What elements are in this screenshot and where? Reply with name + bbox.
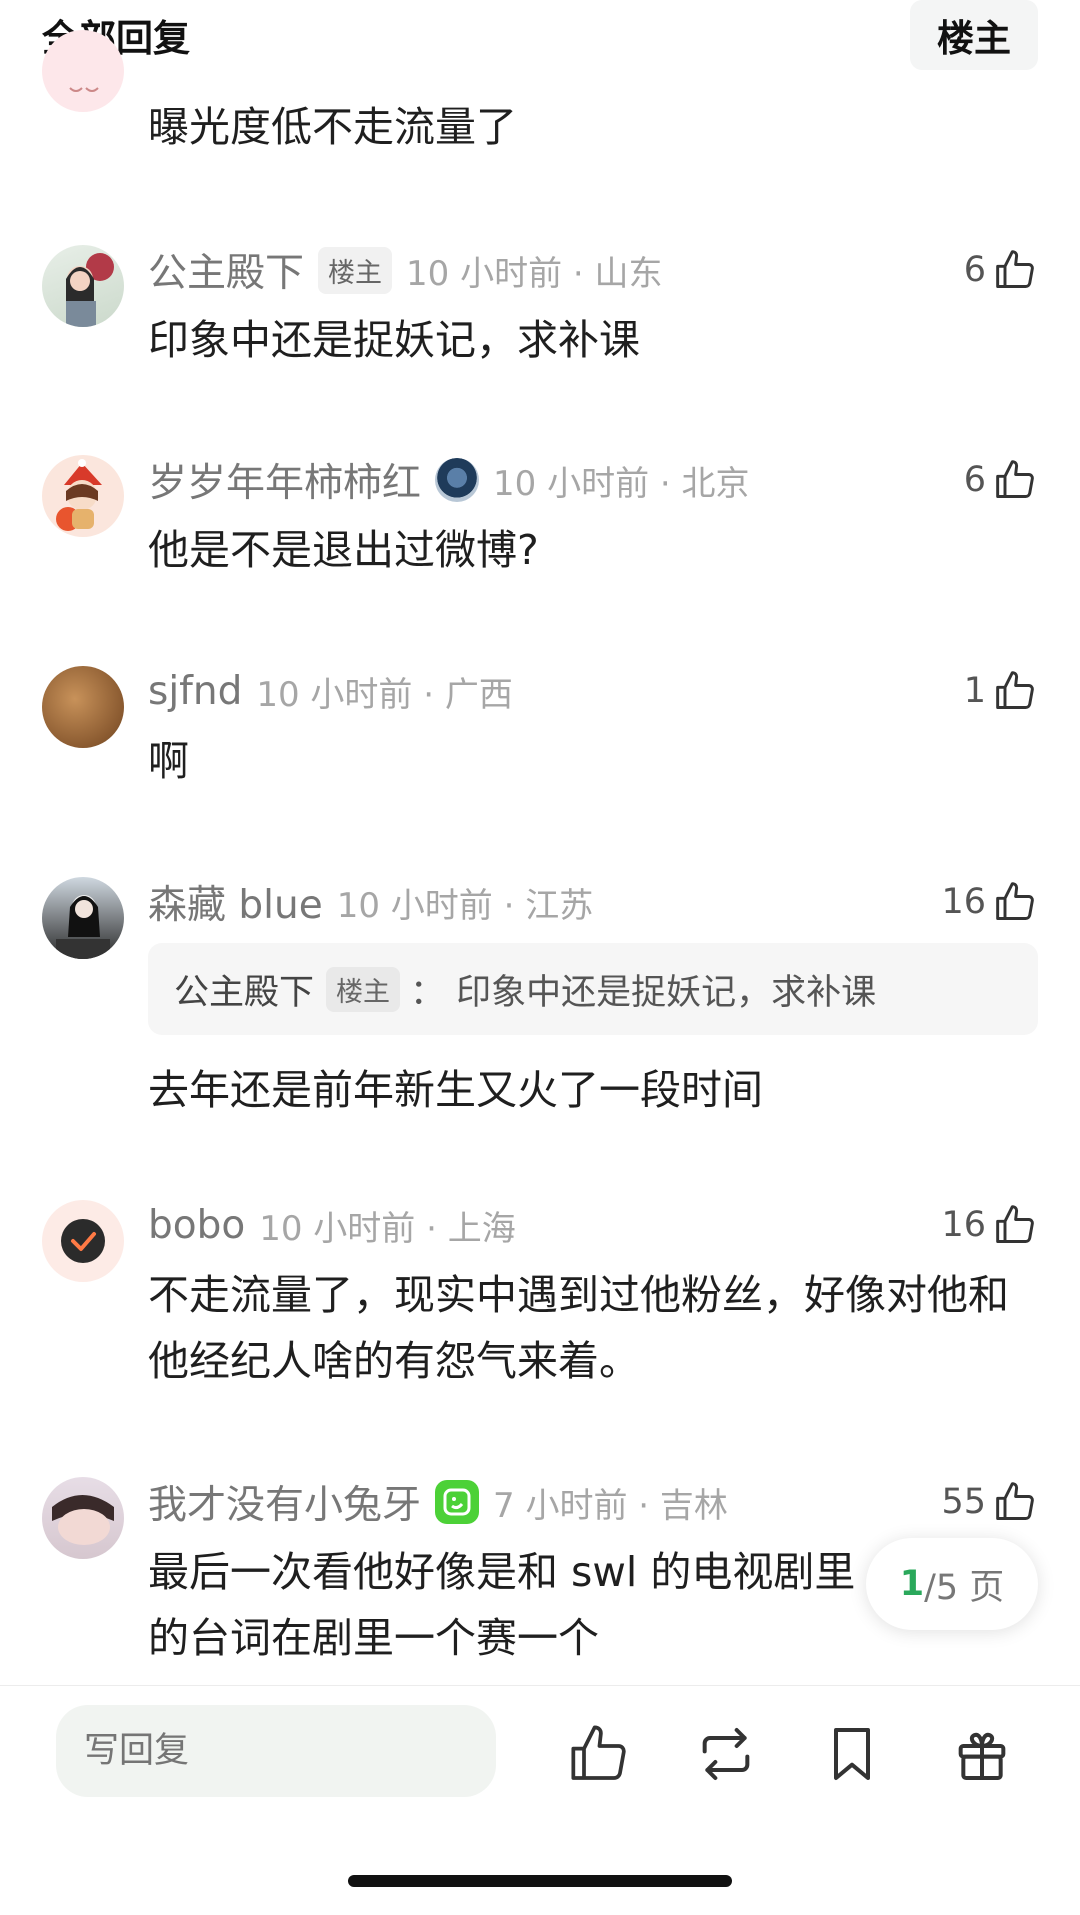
comment-body: 曝光度低不走流量了: [148, 103, 517, 151]
comment-time-location: 10 小时前 · 江苏: [336, 885, 594, 926]
like-button[interactable]: 16: [941, 877, 1038, 927]
avatar[interactable]: [42, 245, 124, 327]
bookmark-button[interactable]: [820, 1722, 884, 1786]
owner-only-button[interactable]: 楼主: [910, 0, 1038, 70]
like-count: 16: [941, 1205, 986, 1245]
avatar[interactable]: [42, 877, 124, 959]
comment-author[interactable]: 森藏 blue: [148, 874, 323, 930]
quoted-reply[interactable]: 公主殿下 楼主 ： 印象中还是捉妖记，求补课: [148, 943, 1038, 1035]
comment-meta: 公主殿下 楼主 10 小时前 · 山东: [148, 242, 663, 298]
like-count: 6: [963, 250, 986, 290]
like-button[interactable]: 1: [964, 666, 1038, 716]
page-indicator[interactable]: 1 /5 页: [866, 1538, 1038, 1630]
thumbs-up-icon: [571, 1725, 626, 1780]
thumbs-up-icon: [996, 250, 1034, 288]
like-button[interactable]: 16: [941, 1200, 1038, 1250]
comment-time-location: 10 小时前 · 山东: [406, 253, 663, 294]
comment-author[interactable]: 我才没有小兔牙: [148, 1474, 421, 1530]
avatar-photo-icon: [66, 253, 114, 327]
like-button[interactable]: 6: [964, 455, 1038, 505]
owner-tag: 楼主: [318, 246, 393, 294]
comment-meta: 我才没有小兔牙 7 小时前 · 吉林: [148, 1474, 728, 1530]
like-button[interactable]: 55: [941, 1477, 1038, 1527]
comment-time-location: 7 小时前 · 吉林: [493, 1485, 728, 1526]
comment-meta: 岁岁年年柿柿红 10 小时前 · 北京: [148, 452, 750, 508]
quoted-author: 公主殿下: [174, 972, 315, 1013]
avatar[interactable]: [42, 1477, 124, 1559]
like-post-button[interactable]: [568, 1722, 632, 1786]
avatar-illustration-icon: [56, 459, 102, 531]
owner-tag: 楼主: [326, 966, 401, 1012]
comment-meta: 森藏 blue 10 小时前 · 江苏: [148, 874, 594, 930]
thumbs-up-icon: [996, 671, 1034, 709]
member-badge-icon: [435, 1480, 480, 1524]
home-indicator[interactable]: [348, 1875, 732, 1887]
gift-button[interactable]: [950, 1722, 1014, 1786]
comment-meta: bobo 10 小时前 · 上海: [148, 1200, 516, 1250]
like-count: 6: [963, 460, 986, 500]
avatar-photo-icon: [56, 895, 110, 959]
comment-author[interactable]: 公主殿下: [148, 242, 304, 298]
comment-body: 不走流量了，现实中遇到过他粉丝，好像对他和他经纪人啥的有怨气来着。: [148, 1271, 1009, 1385]
comment-time-location: 10 小时前 · 上海: [259, 1208, 516, 1249]
thumbs-up-icon: [996, 1205, 1034, 1243]
like-count: 55: [941, 1482, 986, 1522]
avatar[interactable]: [42, 666, 124, 748]
comment-author[interactable]: bobo: [148, 1203, 245, 1248]
like-count: 1: [963, 671, 986, 711]
current-page: 1: [899, 1564, 925, 1604]
comment-author[interactable]: 岁岁年年柿柿红: [148, 452, 421, 508]
comment-body: 啊: [148, 737, 189, 785]
like-button[interactable]: 6: [964, 245, 1038, 295]
repost-button[interactable]: [694, 1722, 758, 1786]
comment-time-location: 10 小时前 · 北京: [493, 463, 750, 504]
reply-input[interactable]: [56, 1705, 496, 1797]
comment-author[interactable]: sjfnd: [148, 669, 242, 714]
comment-body: 他是不是退出过微博?: [148, 526, 539, 574]
thumbs-up-icon: [996, 460, 1034, 498]
comment-body: 印象中还是捉妖记，求补课: [148, 316, 640, 364]
avatar[interactable]: [42, 30, 124, 112]
thumbs-up-icon: [996, 882, 1034, 920]
gift-icon: [958, 1732, 1006, 1780]
checkmark-icon: [61, 1219, 105, 1263]
user-badge-icon: [435, 458, 480, 502]
avatar-photo-icon: [52, 1495, 114, 1545]
bookmark-icon: [834, 1728, 870, 1780]
avatar[interactable]: [42, 1200, 124, 1282]
like-count: 16: [941, 882, 986, 922]
avatar[interactable]: [42, 455, 124, 537]
thumbs-up-icon: [996, 1482, 1034, 1520]
comment-body: 最后一次看他好像是和 swl 的电视剧里的台词在剧里一个赛一个: [148, 1548, 856, 1662]
avatar-illustration-icon: [69, 87, 99, 92]
total-pages: /5 页: [924, 1567, 1005, 1608]
comment-meta: sjfnd 10 小时前 · 广西: [148, 666, 513, 716]
comment-time-location: 10 小时前 · 广西: [256, 674, 513, 715]
quoted-text: ： 印象中还是捉妖记，求补课: [410, 972, 877, 1013]
repost-icon: [702, 1728, 750, 1780]
comment-body: 去年还是前年新生又火了一段时间: [148, 1066, 763, 1114]
